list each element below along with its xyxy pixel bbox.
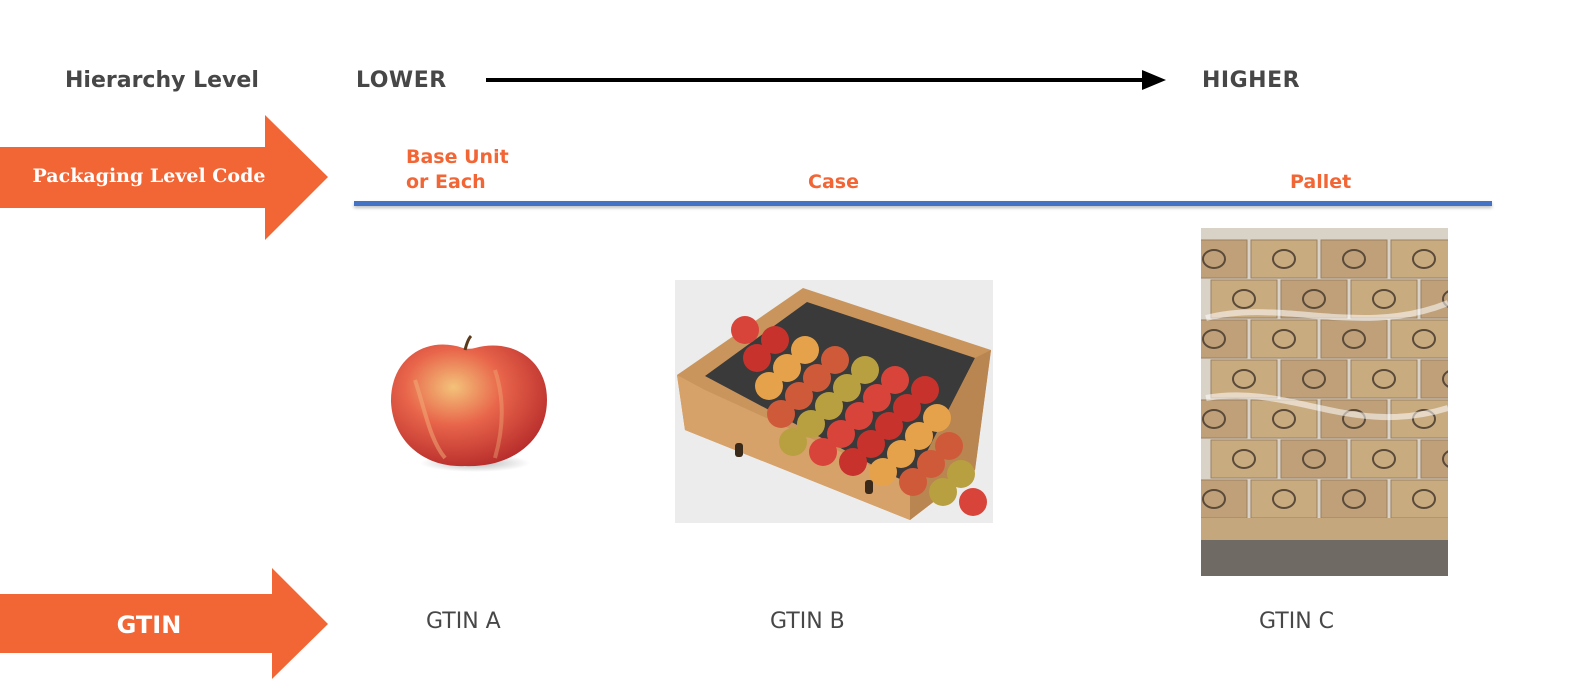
gtin-c-value: GTIN C — [1259, 609, 1335, 634]
level-base-unit-line2: or Each — [406, 171, 486, 193]
pallet-box — [1250, 319, 1318, 359]
apple-in-case — [869, 458, 897, 486]
pallet-box — [1350, 439, 1418, 479]
gtin-arrow: GTIN — [0, 568, 330, 679]
apple-in-case — [767, 400, 795, 428]
pallet-box — [1320, 479, 1388, 519]
pallet-box — [1390, 239, 1448, 279]
apple-in-case — [839, 448, 867, 476]
apple-in-case — [755, 372, 783, 400]
apple-in-case — [929, 478, 957, 506]
apple-in-case — [809, 438, 837, 466]
pallet-box — [1320, 319, 1388, 359]
pallet-box — [1280, 439, 1348, 479]
apple-in-case — [731, 316, 759, 344]
level-case: Case — [808, 171, 859, 193]
apple-image — [390, 334, 547, 472]
pallet-image — [1201, 228, 1448, 576]
level-base-unit: Base Unit or Each — [406, 145, 509, 195]
pallet-box — [1210, 359, 1278, 399]
pallet-box — [1250, 479, 1318, 519]
gtin-label: GTIN — [116, 611, 182, 639]
level-base-unit-line1: Base Unit — [406, 146, 509, 168]
lower-label: LOWER — [356, 68, 447, 93]
level-pallet: Pallet — [1290, 171, 1352, 193]
packaging-level-code-arrow: Packaging Level Code — [0, 115, 330, 240]
pallet-box — [1210, 439, 1278, 479]
gtin-a-value: GTIN A — [426, 609, 501, 634]
pallet-box — [1390, 479, 1448, 519]
apple-in-case — [779, 428, 807, 456]
apple-in-case — [899, 468, 927, 496]
apple-in-case — [743, 344, 771, 372]
pallet-box — [1390, 319, 1448, 359]
hierarchy-level-label: Hierarchy Level — [65, 68, 259, 93]
pallet-box — [1350, 359, 1418, 399]
apple-case-image — [675, 280, 993, 523]
pallet-box — [1320, 239, 1388, 279]
apple-in-case — [959, 488, 987, 516]
hierarchy-direction-arrow — [486, 70, 1166, 90]
packaging-level-code-label: Packaging Level Code — [32, 165, 266, 187]
pallet-box — [1250, 239, 1318, 279]
higher-label: HIGHER — [1202, 68, 1301, 93]
gtin-b-value: GTIN B — [770, 609, 845, 634]
pallet-box — [1280, 359, 1348, 399]
level-divider-line — [354, 201, 1492, 206]
